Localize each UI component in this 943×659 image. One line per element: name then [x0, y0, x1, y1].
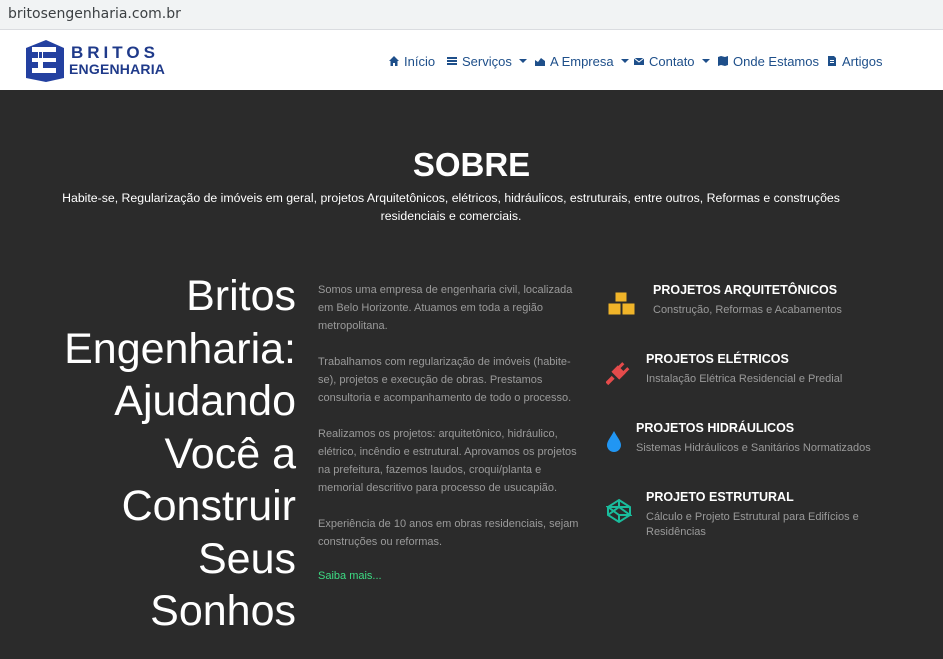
service-title-hidraulicos: PROJETOS HIDRÁULICOS	[636, 421, 795, 435]
nav-servicos-label: Serviços	[462, 53, 512, 69]
hero-line: Construir	[121, 482, 296, 530]
logo-line2: ENGENHARIA	[69, 61, 166, 77]
hero-line: Engenharia:	[64, 324, 296, 373]
nav-empresa-label: A Empresa	[550, 53, 614, 69]
about-paragraph: Realizamos os projetos: arquitetônico, h…	[318, 428, 577, 494]
water-drop-icon	[607, 431, 621, 452]
about-paragraph: Somos uma empresa de engenharia civil, l…	[318, 284, 573, 332]
about-paragraph: Trabalhamos com regularização de imóveis…	[318, 356, 572, 404]
nav-artigos-label: Artigos	[842, 53, 883, 69]
hero-line: Você a	[164, 429, 297, 478]
chevron-down-icon	[701, 59, 710, 63]
nav-contato[interactable]: Contato	[633, 52, 710, 70]
saiba-mais-link[interactable]: Saiba mais...	[318, 570, 382, 582]
logo-mark-icon	[26, 40, 64, 82]
section-subtitle: Habite-se, Regularização de imóveis em g…	[62, 191, 840, 223]
nav-servicos[interactable]: Serviços	[446, 52, 527, 70]
hero-line: Sonhos	[150, 587, 296, 635]
section-title: SOBRE	[412, 146, 531, 183]
file-text-icon	[828, 56, 836, 66]
plug-icon	[606, 362, 630, 386]
map-icon	[718, 56, 728, 66]
hero-heading: Britos Engenharia: Ajudando Você a Const…	[20, 270, 296, 638]
codepen-icon	[606, 498, 632, 524]
service-desc-eletricos: Instalação Elétrica Residencial e Predia…	[646, 373, 843, 385]
nav-inicio[interactable]: Início	[388, 52, 435, 70]
home-icon	[389, 56, 399, 66]
hero-line: Britos	[186, 272, 296, 320]
hero-line: Seus	[197, 534, 296, 583]
url-text[interactable]: britosengenharia.com.br	[8, 6, 181, 22]
nav-contato-label: Contato	[649, 53, 695, 69]
service-title-eletricos: PROJETOS ELÉTRICOS	[646, 352, 789, 366]
hero-line: Ajudando	[114, 377, 296, 425]
site-navbar: BRITOS ENGENHARIA Início Serviços A Empr…	[0, 30, 943, 90]
chevron-down-icon	[518, 59, 527, 63]
browser-address-bar[interactable]: britosengenharia.com.br	[0, 0, 943, 30]
list-icon	[447, 57, 457, 65]
envelope-icon	[633, 57, 645, 65]
chevron-down-icon	[620, 59, 629, 63]
area-chart-icon	[535, 58, 545, 66]
nav-artigos[interactable]: Artigos	[826, 52, 882, 70]
service-desc-estrutural: Cálculo e Projeto Estrutural para Edifíc…	[646, 511, 859, 538]
site-logo[interactable]: BRITOS ENGENHARIA	[24, 38, 166, 82]
service-desc-hidraulicos: Sistemas Hidráulicos e Sanitários Normat…	[636, 442, 871, 454]
logo-line1: BRITOS	[71, 43, 159, 62]
about-paragraph: Experiência de 10 anos em obras residenc…	[318, 518, 579, 548]
nav-onde-label: Onde Estamos	[733, 53, 819, 69]
nav-inicio-label: Início	[404, 53, 436, 69]
nav-empresa[interactable]: A Empresa	[534, 52, 629, 70]
service-title-estrutural: PROJETO ESTRUTURAL	[646, 490, 794, 504]
service-title-arquitetonicos: PROJETOS ARQUITETÔNICOS	[653, 283, 838, 297]
service-desc-arquitetonicos: Construção, Reformas e Acabamentos	[653, 304, 842, 316]
cubes-icon	[607, 291, 636, 316]
nav-onde-estamos[interactable]: Onde Estamos	[717, 52, 819, 70]
